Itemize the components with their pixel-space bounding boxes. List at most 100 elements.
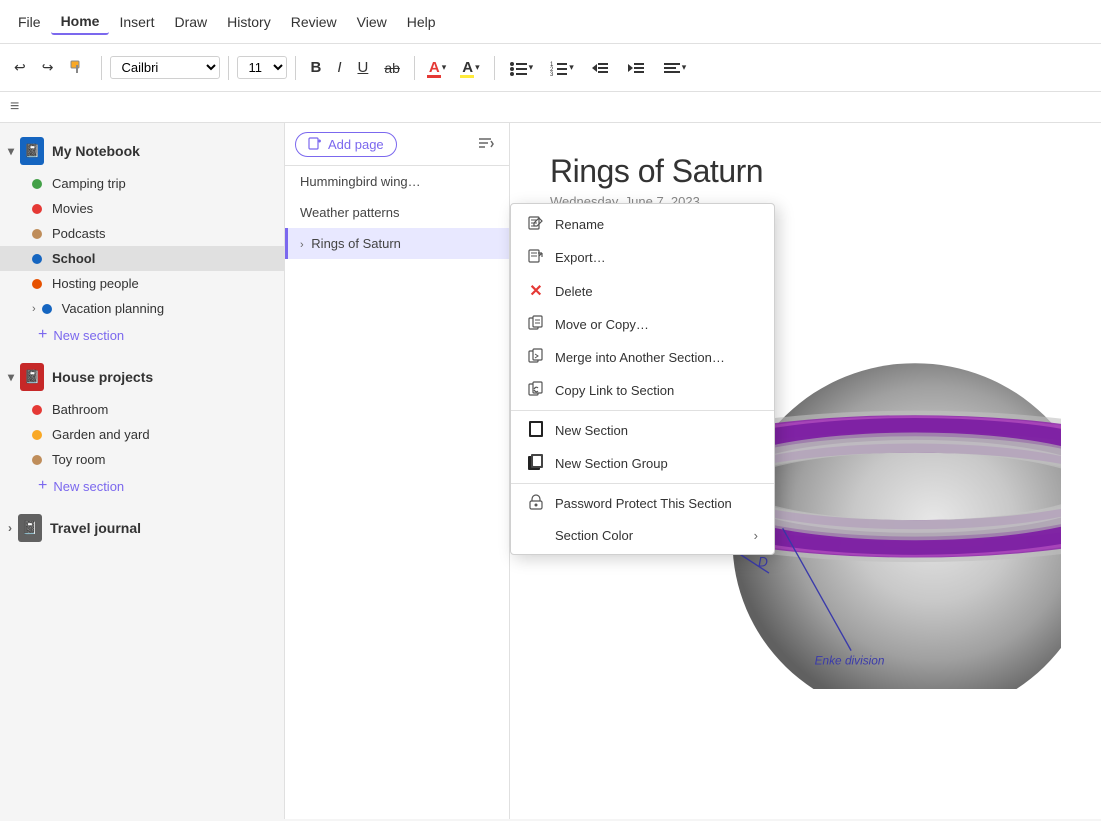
section-podcasts[interactable]: Podcasts [0,221,284,246]
section-hosting-people[interactable]: Hosting people [0,271,284,296]
section-label-bathroom: Bathroom [52,402,108,417]
menu-history[interactable]: History [217,10,281,34]
toolbar-separator-1 [101,56,102,80]
undo-button[interactable]: ↩ [8,55,32,80]
menu-home[interactable]: Home [51,9,110,35]
toolbar-separator-2 [228,56,229,80]
font-color-dropdown-arrow: ▾ [442,62,447,73]
font-selector[interactable]: Cailbri [110,56,220,79]
decrease-indent-button[interactable] [584,55,616,81]
menu-view[interactable]: View [347,10,397,34]
notebook-travel-journal[interactable]: › 📓 Travel journal [0,508,284,548]
redo-button[interactable]: ↪ [36,55,60,80]
page-rings-of-saturn[interactable]: › Rings of Saturn [285,228,509,259]
section-panel: Add page Hummingbird wing… Weather patte… [285,123,510,819]
ctx-copy-link[interactable]: Copy Link to Section [511,374,774,407]
section-school[interactable]: School [0,246,284,271]
section-movies[interactable]: Movies [0,196,284,221]
bullet-list-button[interactable]: ▾ [503,55,540,81]
format-painter-icon [69,59,87,77]
ctx-copy-link-label: Copy Link to Section [555,383,674,398]
ctx-section-color[interactable]: Section Color › [511,520,774,550]
bold-button[interactable]: B [304,55,327,80]
align-dropdown: ▾ [682,62,687,73]
add-page-label: Add page [328,137,384,152]
menu-review[interactable]: Review [281,10,347,34]
section-dot-movies [32,204,42,214]
section-vacation-planning[interactable]: › Vacation planning [0,296,284,321]
decrease-indent-icon [590,59,610,77]
section-label-vacation: Vacation planning [62,301,164,316]
page-hummingbird[interactable]: Hummingbird wing… [285,166,509,197]
font-color-button[interactable]: A ▾ [423,55,452,80]
notebook-my-notebook[interactable]: ▾ 📓 My Notebook [0,131,284,171]
sort-button[interactable] [473,131,499,157]
notebook-icon-label-3: 📓 [22,520,38,536]
ctx-password-label: Password Protect This Section [555,496,732,511]
menu-bar: File Home Insert Draw History Review Vie… [0,0,1101,44]
ctx-new-section-group[interactable]: New Section Group [511,447,774,480]
font-color-label: A [429,59,440,76]
increase-indent-button[interactable] [620,55,652,81]
notebook-title-1: My Notebook [52,143,140,159]
plus-icon-2: + [38,477,47,495]
font-size-selector[interactable]: 11 [237,56,287,79]
ctx-merge[interactable]: Merge into Another Section… [511,341,774,374]
main-layout: ▾ 📓 My Notebook Camping trip Movies Podc… [0,123,1101,819]
add-page-icon [308,137,322,151]
section-label-camping: Camping trip [52,176,126,191]
section-label-garden: Garden and yard [52,427,150,442]
ctx-delete-label: Delete [555,284,593,299]
section-garden[interactable]: Garden and yard [0,422,284,447]
page-weather[interactable]: Weather patterns [285,197,509,228]
ctx-password-icon [527,494,545,513]
notebook-house-projects[interactable]: ▾ 📓 House projects [0,357,284,397]
ctx-new-section-label: New Section [555,423,628,438]
new-section-mynotebook[interactable]: + New section [0,321,284,349]
numbered-list-button[interactable]: 1 2 3 ▾ [543,55,580,81]
paragraph-align-button[interactable]: ▾ [656,55,693,81]
add-page-button[interactable]: Add page [295,132,397,157]
ctx-merge-icon [527,348,545,367]
notebook-icon-3: 📓 [18,514,42,542]
format-painter-button[interactable] [63,55,93,81]
ctx-new-section-group-icon [527,454,545,473]
ctx-merge-label: Merge into Another Section… [555,350,725,365]
menu-insert[interactable]: Insert [109,10,164,34]
menu-file[interactable]: File [8,10,51,34]
highlight-label: A [462,59,473,76]
collapse-icon: ≡ [10,98,19,116]
section-bathroom[interactable]: Bathroom [0,397,284,422]
section-dot-toyroom [32,455,42,465]
italic-button[interactable]: I [331,55,347,80]
ctx-move-copy[interactable]: Move or Copy… [511,308,774,341]
collapse-bar[interactable]: ≡ [0,92,1101,123]
bullet-list-dropdown: ▾ [529,62,534,73]
section-dot-camping [32,179,42,189]
section-dot-vacation [42,304,52,314]
highlight-color-button[interactable]: A ▾ [456,55,485,80]
menu-help[interactable]: Help [397,10,446,34]
sidebar: ▾ 📓 My Notebook Camping trip Movies Podc… [0,123,285,819]
ctx-export[interactable]: Export… [511,241,774,274]
ctx-delete[interactable]: ✕ Delete [511,274,774,308]
section-camping-trip[interactable]: Camping trip [0,171,284,196]
section-label-toyroom: Toy room [52,452,105,467]
ctx-export-label: Export… [555,250,606,265]
ctx-new-section[interactable]: New Section [511,414,774,447]
new-section-houseprojects[interactable]: + New section [0,472,284,500]
plus-icon-1: + [38,326,47,344]
ctx-password[interactable]: Password Protect This Section [511,487,774,520]
notebook-chevron-2: ▾ [8,370,14,384]
section-dot-hosting [32,279,42,289]
section-dot-podcasts [32,229,42,239]
ctx-rename[interactable]: Rename [511,208,774,241]
toolbar-separator-3 [295,56,296,80]
section-toy-room[interactable]: Toy room [0,447,284,472]
notebook-icon-1: 📓 [20,137,44,165]
sort-icon [477,135,495,153]
underline-button[interactable]: U [351,55,374,80]
ctx-new-section-group-label: New Section Group [555,456,668,471]
strikethrough-button[interactable]: ab [378,56,406,80]
menu-draw[interactable]: Draw [164,10,217,34]
